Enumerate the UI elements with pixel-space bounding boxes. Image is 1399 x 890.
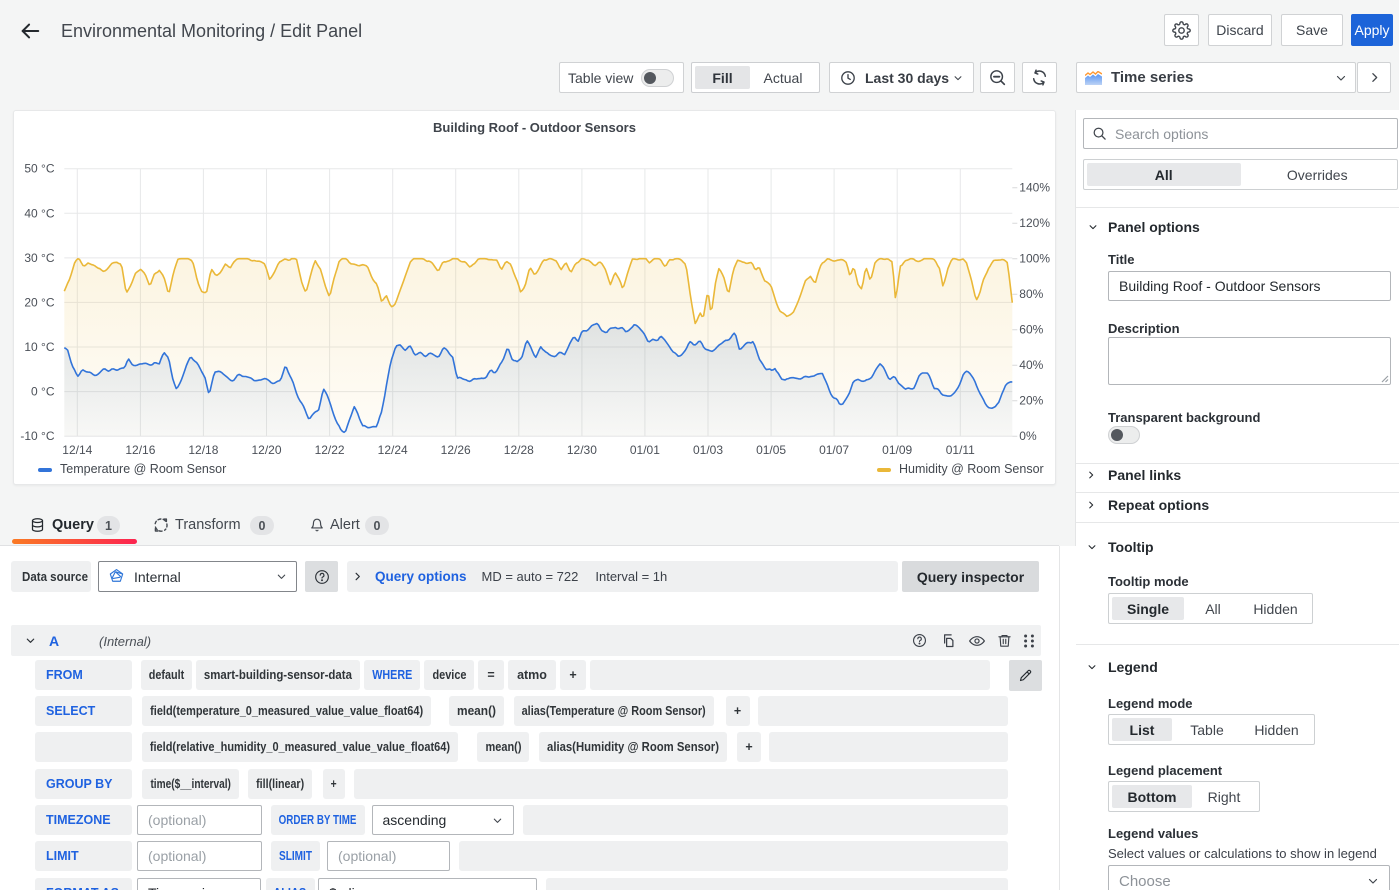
svg-text:0%: 0% [1019,429,1037,443]
svg-text:60%: 60% [1019,323,1043,337]
svg-text:20%: 20% [1019,394,1043,408]
svg-text:12/24: 12/24 [378,443,408,457]
svg-text:12/30: 12/30 [567,443,597,457]
svg-text:12/26: 12/26 [441,443,471,457]
svg-text:12/18: 12/18 [188,443,218,457]
svg-text:12/28: 12/28 [504,443,534,457]
svg-text:0 °C: 0 °C [31,385,55,399]
svg-text:12/22: 12/22 [315,443,345,457]
svg-text:120%: 120% [1019,216,1050,230]
svg-text:01/11: 01/11 [946,443,975,457]
svg-text:40 °C: 40 °C [24,206,54,220]
svg-text:01/07: 01/07 [819,443,849,457]
svg-text:12/14: 12/14 [62,443,92,457]
svg-text:40%: 40% [1019,358,1043,372]
svg-text:-10 °C: -10 °C [20,429,54,443]
svg-text:01/01: 01/01 [630,443,660,457]
svg-text:30 °C: 30 °C [24,251,54,265]
svg-text:50 °C: 50 °C [24,162,54,176]
svg-text:80%: 80% [1019,287,1043,301]
svg-text:01/03: 01/03 [693,443,723,457]
svg-text:12/16: 12/16 [125,443,155,457]
svg-text:12/20: 12/20 [251,443,281,457]
svg-text:01/09: 01/09 [882,443,912,457]
svg-text:20 °C: 20 °C [24,295,54,309]
svg-text:140%: 140% [1019,181,1050,195]
svg-text:01/05: 01/05 [756,443,786,457]
svg-text:10 °C: 10 °C [24,340,54,354]
svg-text:100%: 100% [1019,252,1050,266]
